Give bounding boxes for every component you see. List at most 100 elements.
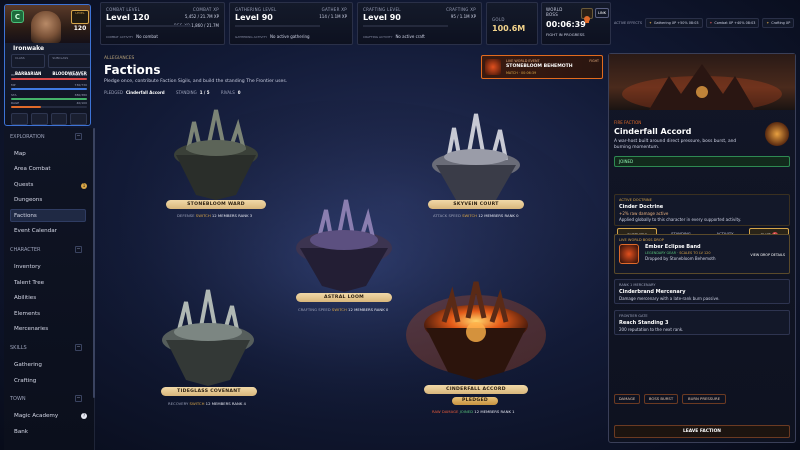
character-card[interactable]: C LEVEL 120 Ironwake CLASS BARBARIAN SUBC…: [4, 4, 91, 126]
sidebar-item-magic-academy[interactable]: Magic Academy: [14, 413, 58, 419]
faction-action[interactable]: SWITCH: [332, 307, 347, 312]
faction-map: [96, 100, 606, 420]
stat-fill: [11, 88, 87, 90]
world-event-banner[interactable]: LIVE WORLD EVENT STONEBLOOM BEHEMOTH MAT…: [481, 55, 603, 79]
gold-label: GOLD: [492, 17, 505, 22]
frontier-card: FRONTIER GATE Reach Standing 3 200 reput…: [614, 310, 790, 335]
faction-members: 12 MEMBERS: [474, 409, 500, 414]
stat-label: STA: [11, 93, 17, 97]
collapse-character-button[interactable]: −: [75, 246, 82, 253]
faction-name-astral[interactable]: ASTRAL LOOM: [296, 293, 392, 302]
rivals-label: RIVALS: [220, 90, 235, 95]
equipment-slot[interactable]: [30, 113, 48, 125]
sidebar-item-mercenaries[interactable]: Mercenaries: [14, 326, 48, 332]
collapse-town-button[interactable]: −: [75, 395, 82, 402]
faction-action[interactable]: SWITCH: [190, 401, 205, 406]
drop-rarity: LEGENDARY GEAR: [645, 251, 676, 255]
equipment-slot[interactable]: [11, 113, 28, 125]
sidebar-scrollbar[interactable]: [93, 128, 95, 398]
frontier-label: FRONTIER GATE: [619, 314, 648, 318]
faction-detail-panel: FIRE FACTION Cinderfall Accord A war-hos…: [608, 53, 796, 443]
sidebar-item-crafting[interactable]: Crafting: [14, 378, 36, 384]
faction-stat: CRAFTING SPEED: [298, 307, 331, 312]
mercenary-note: Damage mercenary with a late-rank burn p…: [619, 296, 720, 301]
level-badge: LEVEL 120: [71, 10, 89, 32]
gathering-activity-value: No active gathering: [270, 34, 310, 39]
faction-members: 12 MEMBERS: [478, 213, 504, 218]
equipment-slot[interactable]: [70, 113, 87, 125]
res-xp-value: 1,860 / 21.7M: [191, 23, 219, 28]
pledged-label: PLEDGED: [104, 90, 123, 95]
level-badge-value: 120: [73, 25, 87, 32]
faction-members: 12 MEMBERS: [205, 401, 231, 406]
sidebar-item-map[interactable]: Map: [14, 151, 26, 157]
gathering-activity: GATHERING ACTIVITY No active gathering: [235, 34, 310, 39]
effect-chip[interactable]: ✦ Gathering XP +50% 08:03: [645, 18, 703, 28]
crafting-level-value: Level 90: [363, 13, 401, 22]
sidebar-item-quests[interactable]: Quests: [14, 182, 33, 188]
world-event-sub: MATCH · 00:06:39: [506, 71, 537, 75]
combat-effect-icon: ✦: [709, 21, 713, 25]
sidebar-item-talent-tree[interactable]: Talent Tree: [14, 280, 44, 286]
effects-label: ACTIVE EFFECTS: [614, 21, 643, 25]
frontier-name: Reach Standing 3: [619, 320, 669, 326]
boss-icon[interactable]: [581, 8, 593, 23]
stat-fill: [11, 78, 87, 80]
combat-panel[interactable]: COMBAT LEVEL Level 120 COMBAT XP 5,452 /…: [100, 2, 225, 45]
faction-name-skyvein[interactable]: SKYVEIN COURT: [428, 200, 524, 209]
class-chip: CLASS BARBARIAN: [11, 54, 46, 76]
crafting-level-label: CRAFTING LEVEL: [363, 7, 401, 12]
leave-faction-button[interactable]: LEAVE FACTION: [614, 425, 790, 438]
faction-name-cinderfall[interactable]: CINDERFALL ACCORD: [424, 385, 528, 394]
effect-chip[interactable]: ✦ Combat XP +40% 08:03: [705, 18, 760, 28]
combat-level-label: COMBAT LEVEL: [106, 7, 141, 12]
page-title: Factions: [104, 63, 161, 77]
sidebar-item-factions[interactable]: Factions: [10, 209, 86, 222]
stat-hp: HP 6,939/6,939: [11, 73, 87, 81]
doctrine-name: Cinder Doctrine: [619, 204, 664, 210]
collapse-exploration-button[interactable]: −: [75, 133, 82, 140]
gathering-panel[interactable]: GATHERING LEVEL Level 90 GATHER XP 114 /…: [229, 2, 353, 45]
faction-name-tideglass[interactable]: TIDEGLASS COVENANT: [161, 387, 257, 396]
sidebar-item-area-combat[interactable]: Area Combat: [14, 166, 51, 172]
faction-action[interactable]: SWITCH: [196, 213, 211, 218]
sidebar-item-inventory[interactable]: Inventory: [14, 264, 41, 270]
view-drop-details-link[interactable]: VIEW DROP DETAILS: [750, 253, 785, 257]
crafting-xp-bar: [363, 25, 448, 27]
combat-activity-value: No combat: [136, 34, 158, 39]
tag-burn-pressure: BURN PRESSURE: [682, 394, 726, 404]
level-badge-label: LEVEL: [75, 11, 85, 15]
sidebar-item-gathering[interactable]: Gathering: [14, 362, 42, 368]
equipment-slots: [11, 113, 87, 125]
academy-badge: ?: [81, 413, 87, 419]
faction-banner-image: [609, 54, 795, 112]
gather-xp-label: GATHER XP: [321, 7, 347, 12]
sidebar-item-elements[interactable]: Elements: [14, 311, 40, 317]
faction-action[interactable]: SWITCH: [462, 213, 477, 218]
faction-meta-stonebloom: DEFENSE SWITCH 12 MEMBERS RANK 3: [177, 213, 252, 218]
faction-rank: RANK 0: [374, 307, 389, 312]
collapse-skills-button[interactable]: −: [75, 344, 82, 351]
sidebar-item-abilities[interactable]: Abilities: [14, 295, 36, 301]
sidebar-item-bank[interactable]: Bank: [14, 429, 28, 435]
boss-drop-label: LIVE WORLD BOSS DROP: [619, 238, 664, 242]
drop-scale: SCALES TO LV 120: [679, 251, 711, 255]
faction-stat: RAW DAMAGE: [432, 409, 459, 414]
faction-stat: ATTACK SPEED: [433, 213, 461, 218]
boss-link-button[interactable]: LINK: [595, 8, 609, 18]
faction-detail-name: Cinderfall Accord: [614, 127, 692, 136]
pledge-summary: PLEDGED Cinderfall Accord STANDING 1 / 5 R…: [104, 90, 251, 95]
crafting-panel[interactable]: CRAFTING LEVEL Level 90 CRAFTING XP 95 /…: [357, 2, 482, 45]
pledged-value: Cinderfall Accord: [125, 90, 165, 95]
pledged-badge: PLEDGED: [452, 397, 498, 405]
sidebar-item-event-calendar[interactable]: Event Calendar: [14, 228, 57, 234]
boss-drop-card[interactable]: LIVE WORLD BOSS DROP Ember Eclipse Band …: [614, 234, 790, 274]
faction-name-stonebloom[interactable]: STONEBLOOM WARD: [166, 200, 266, 209]
sidebar-item-dungeons[interactable]: Dungeons: [14, 197, 42, 203]
boss-skull-icon: [584, 16, 590, 23]
effect-chip[interactable]: ✦ Crafting XP: [762, 18, 795, 28]
world-event-icon: [485, 59, 501, 75]
faction-rank: RANK 1: [500, 409, 515, 414]
stat-label: RAGE: [11, 101, 20, 105]
equipment-slot[interactable]: [50, 113, 68, 125]
